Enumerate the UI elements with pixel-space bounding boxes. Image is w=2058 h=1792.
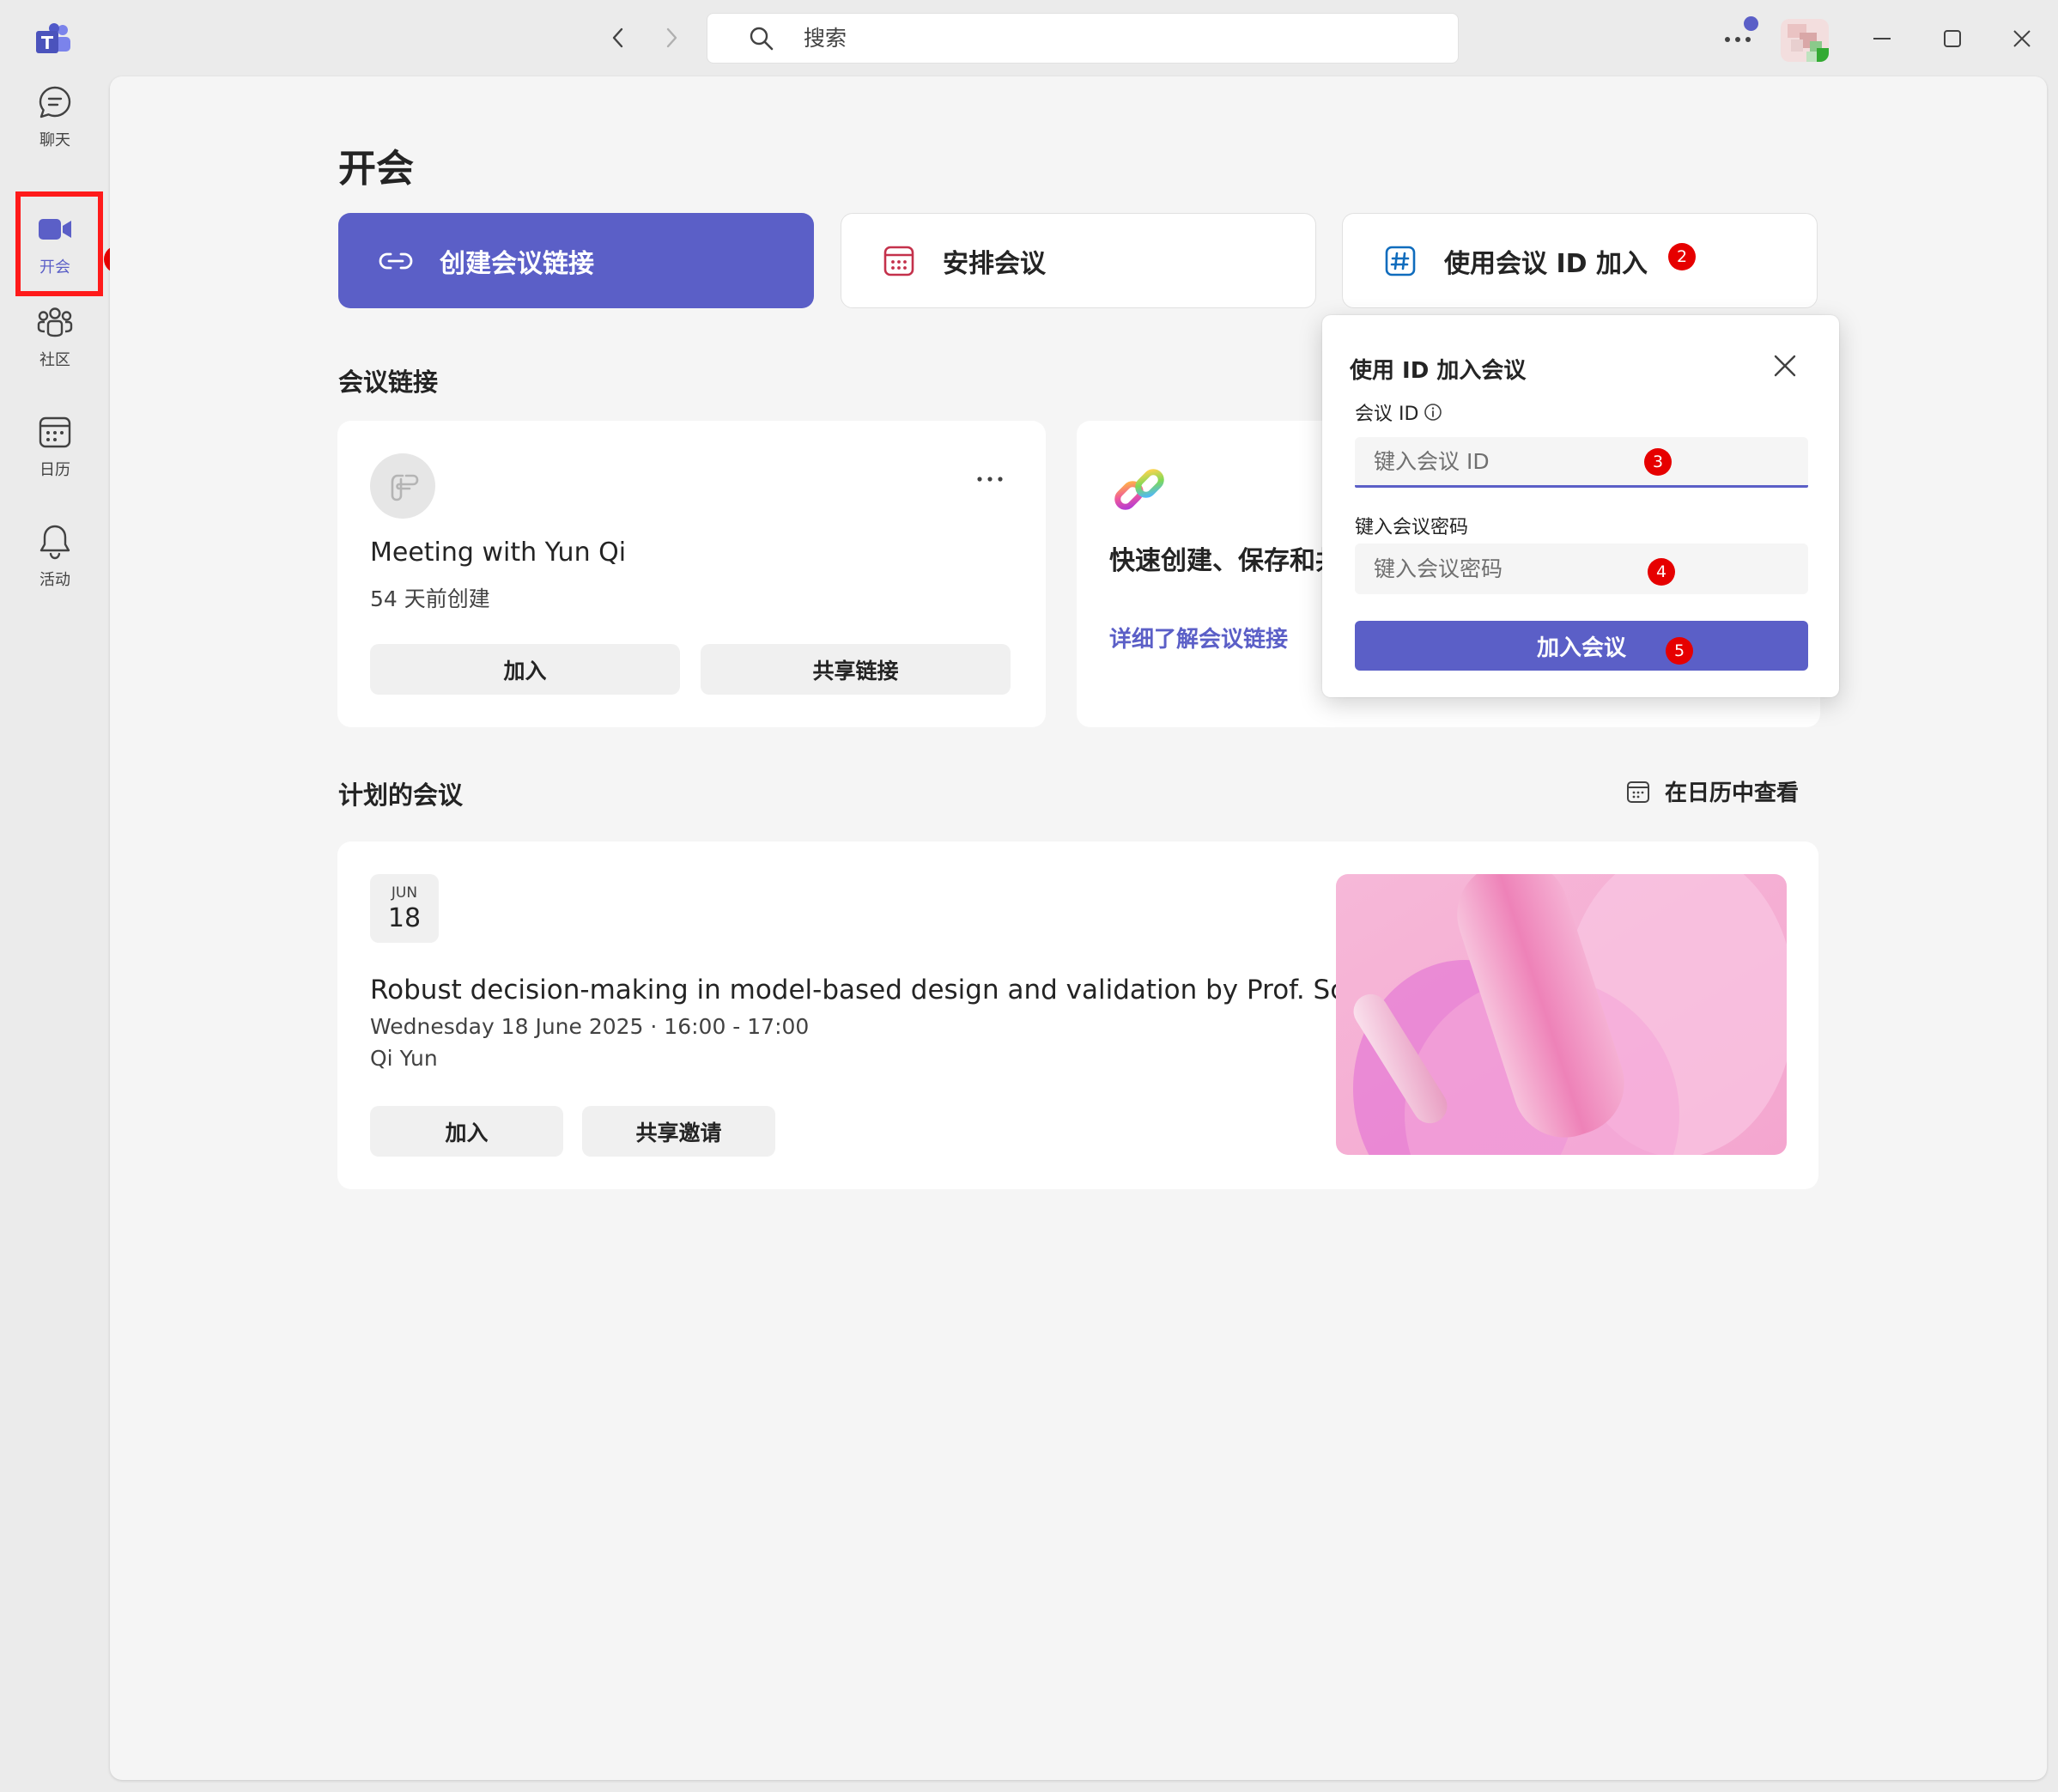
scheduled-meeting-organizer: Qi Yun: [370, 1046, 438, 1071]
meeting-password-label: 键入会议密码: [1355, 517, 1469, 538]
date-day: 18: [387, 902, 422, 933]
popover-title: 使用 ID 加入会议: [1350, 358, 1527, 384]
rail-label: 社区: [39, 351, 70, 369]
step-badge-5: 5: [1666, 637, 1693, 665]
forward-arrow-icon[interactable]: [656, 22, 687, 53]
step-badge-2: 2: [1668, 243, 1696, 270]
date-month: JUN: [391, 884, 418, 902]
step-badge-3: 3: [1644, 448, 1672, 476]
close-window-icon[interactable]: [2004, 21, 2040, 57]
rail-item-activity[interactable]: 活动: [15, 508, 94, 604]
meeting-password-input[interactable]: [1355, 544, 1808, 594]
meeting-id-input[interactable]: [1355, 437, 1808, 488]
calendar-icon: [879, 241, 919, 281]
notification-dot: [1744, 16, 1758, 31]
schedule-meeting-button[interactable]: 安排会议: [841, 213, 1316, 308]
link-icon: [376, 241, 416, 281]
rail-item-chat[interactable]: 聊天: [15, 69, 94, 165]
scheduled-meeting-title: Robust decision-making in model-based de…: [370, 975, 1435, 1005]
page-title: 开会: [338, 147, 414, 191]
meeting-banner-image: [1336, 874, 1787, 1155]
search-input[interactable]: [804, 26, 1319, 51]
join-by-id-popover: 使用 ID 加入会议 会议 ID 键入会议密码 加入会议: [1322, 315, 1839, 697]
scheduled-meeting-time: Wednesday 18 June 2025 · 16:00 - 17:00: [370, 1014, 810, 1039]
join-meeting-button[interactable]: 加入会议: [1355, 621, 1808, 671]
rail-item-calendar[interactable]: 日历: [15, 398, 94, 495]
meeting-link-card[interactable]: Meeting with Yun Qi 54 天前创建 加入 共享链接: [337, 421, 1046, 727]
step-badge-4: 4: [1648, 558, 1675, 586]
hashtag-icon: [1381, 241, 1420, 281]
close-icon[interactable]: [1770, 351, 1800, 380]
create-meeting-link-label: 创建会议链接: [440, 248, 594, 279]
meeting-link-title: Meeting with Yun Qi: [370, 538, 627, 568]
meeting-id-label: 会议 ID: [1355, 398, 1442, 426]
calendar-icon: [36, 413, 74, 451]
join-with-meeting-id-button[interactable]: 使用会议 ID 加入: [1342, 213, 1818, 308]
paperclip-icon: [370, 453, 435, 519]
meeting-links-heading: 会议链接: [338, 368, 439, 397]
chain-link-icon: [1111, 460, 1171, 520]
rail-label: 活动: [39, 571, 70, 589]
title-bar: [0, 0, 2058, 76]
share-link-button[interactable]: 共享链接: [701, 644, 1011, 695]
back-arrow-icon[interactable]: [603, 22, 634, 53]
meeting-link-created: 54 天前创建: [370, 586, 490, 611]
view-in-calendar-label: 在日历中查看: [1665, 781, 1800, 806]
join-button[interactable]: 加入: [370, 1106, 563, 1157]
bell-icon: [36, 523, 74, 561]
share-invite-button[interactable]: 共享邀请: [582, 1106, 775, 1157]
chat-icon: [36, 83, 74, 121]
info-icon[interactable]: [1424, 403, 1442, 422]
teams-logo-icon[interactable]: [36, 22, 72, 57]
rail-item-community[interactable]: 社区: [15, 289, 94, 385]
scheduled-meeting-card[interactable]: JUN 18 Robust decision-making in model-b…: [337, 841, 1818, 1189]
join-button[interactable]: 加入: [370, 644, 680, 695]
meeting-id-label-text: 会议 ID: [1355, 404, 1419, 425]
calendar-icon: [1625, 779, 1651, 805]
people-icon: [36, 303, 74, 341]
scheduled-meetings-heading: 计划的会议: [338, 781, 464, 810]
view-in-calendar-link[interactable]: 在日历中查看: [1625, 775, 1799, 807]
more-options-icon[interactable]: [973, 472, 1007, 486]
search-icon: [749, 26, 774, 52]
date-chip: JUN 18: [370, 874, 439, 943]
learn-more-link[interactable]: 详细了解会议链接: [1109, 622, 1288, 653]
create-meeting-link-button[interactable]: 创建会议链接: [338, 213, 814, 308]
join-with-meeting-id-label: 使用会议 ID 加入: [1444, 248, 1648, 279]
rail-label: 日历: [39, 461, 70, 479]
minimize-icon[interactable]: [1864, 21, 1900, 57]
schedule-meeting-label: 安排会议: [943, 248, 1046, 279]
maximize-icon[interactable]: [1934, 21, 1970, 57]
search-bar[interactable]: [707, 13, 1459, 64]
rail-label: 聊天: [39, 131, 70, 149]
annotation-highlight-box: [15, 191, 103, 296]
avatar[interactable]: [1781, 19, 1829, 62]
